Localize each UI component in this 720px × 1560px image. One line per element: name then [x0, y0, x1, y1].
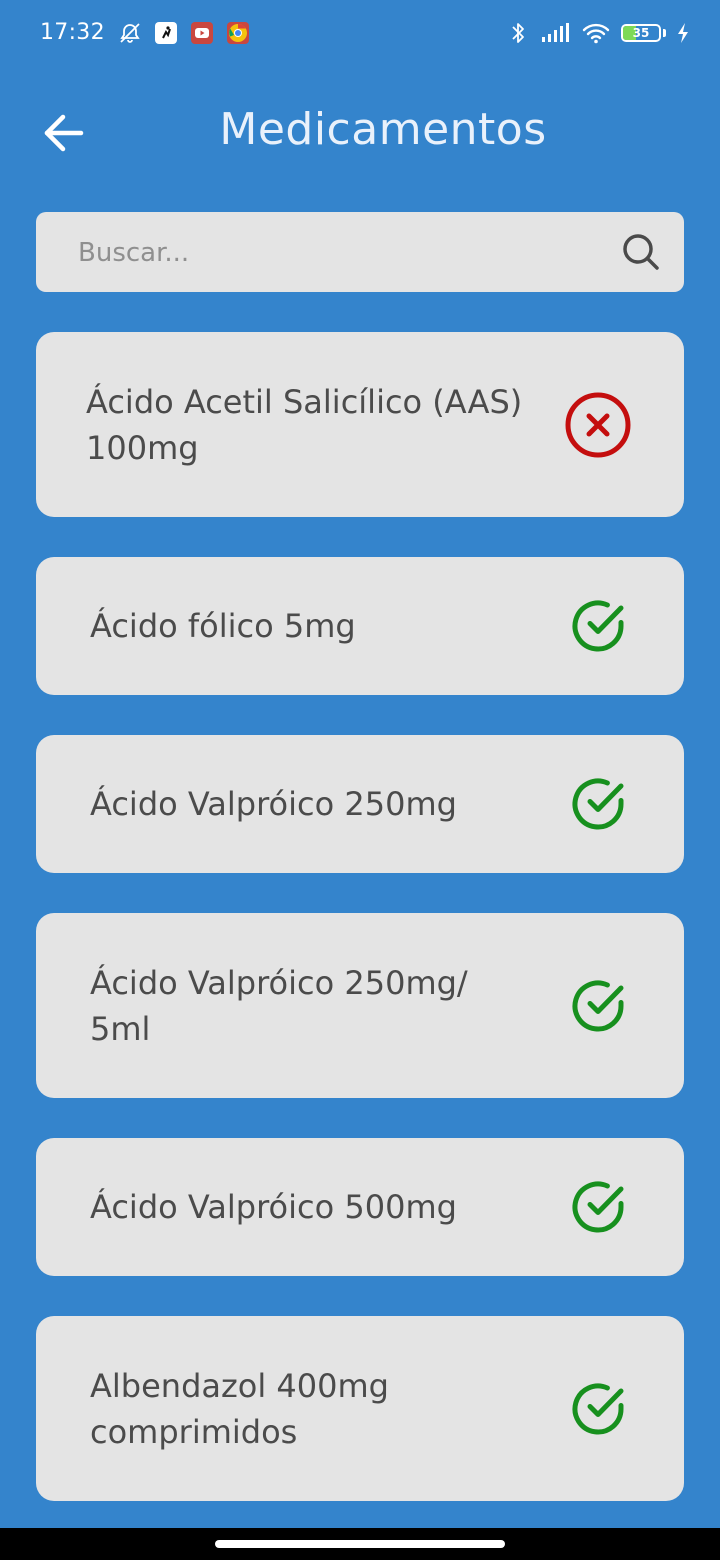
battery-icon: 35 — [621, 24, 666, 42]
battery-body: 35 — [621, 24, 661, 42]
medication-name: Ácido Valpróico 500mg — [90, 1188, 457, 1226]
medication-card[interactable]: Ácido Acetil Salicílico (AAS) 100mg — [36, 332, 684, 517]
status-time: 17:32 — [40, 20, 105, 45]
check-circle-icon — [572, 1181, 624, 1233]
medication-card[interactable]: Albendazol 400mg comprimidos — [36, 1316, 684, 1501]
check-circle-icon — [572, 1383, 624, 1434]
medication-name: Ácido fólico 5mg — [90, 607, 356, 645]
medication-card[interactable]: Ácido Valpróico 250mg — [36, 735, 684, 873]
charging-icon — [676, 20, 690, 46]
app-bar: Medicamentos — [0, 96, 720, 166]
search-box[interactable] — [36, 212, 684, 294]
medication-card[interactable]: Ácido Valpróico 250mg/ 5ml — [36, 913, 684, 1098]
medication-name: Ácido Valpróico 250mg — [90, 785, 457, 823]
check-circle-icon — [572, 778, 624, 830]
alarm-off-icon — [117, 20, 143, 46]
check-circle-icon — [572, 600, 624, 652]
page-title: Medicamentos — [219, 104, 547, 155]
medication-name: Albendazol 400mg comprimidos — [90, 1366, 389, 1451]
battery-level: 35 — [632, 26, 650, 40]
status-right: 35 — [505, 20, 690, 46]
medication-card[interactable]: Ácido Valpróico 500mg — [36, 1138, 684, 1276]
youtube-icon — [189, 20, 215, 46]
system-nav-bar — [0, 1528, 720, 1560]
wifi-icon — [581, 20, 611, 46]
x-circle-icon — [565, 392, 631, 457]
search-input[interactable] — [76, 212, 620, 294]
check-circle-icon — [572, 980, 624, 1031]
status-bar: 17:32 35 — [0, 0, 720, 68]
chrome-icon — [225, 20, 251, 46]
medication-card[interactable]: Ácido fólico 5mg — [36, 557, 684, 695]
app-notification-icon — [153, 20, 179, 46]
signal-icon — [541, 20, 571, 46]
home-indicator[interactable] — [215, 1540, 505, 1548]
bluetooth-icon — [505, 20, 531, 46]
battery-tip — [663, 29, 666, 37]
medication-name: Ácido Valpróico 250mg/ 5ml — [90, 963, 468, 1048]
medication-name: Ácido Acetil Salicílico (AAS) 100mg — [86, 382, 523, 467]
status-left: 17:32 — [40, 18, 251, 48]
search-icon[interactable] — [620, 231, 662, 273]
